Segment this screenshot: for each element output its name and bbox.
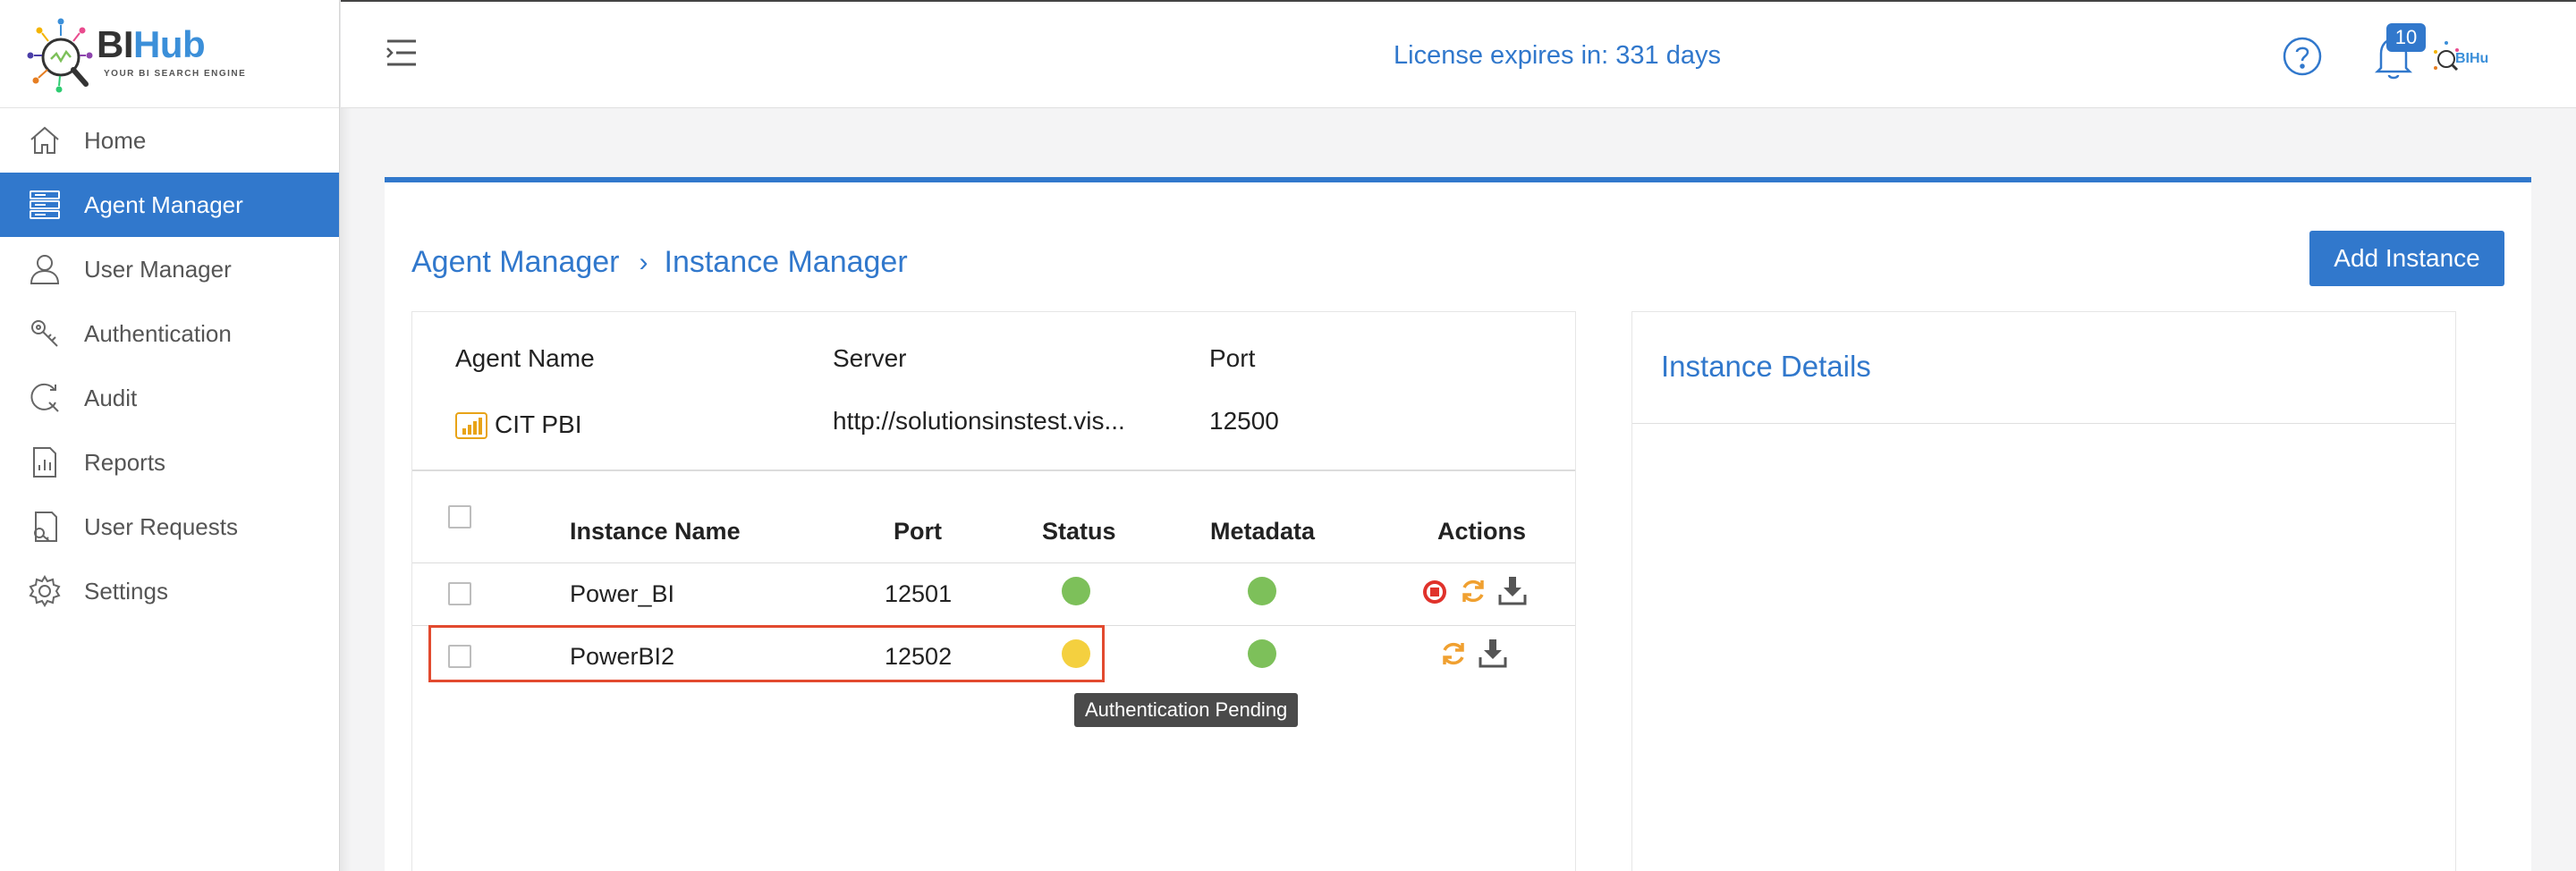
sidebar-item-authentication[interactable]: Authentication xyxy=(0,301,339,366)
notification-count-badge[interactable]: 10 xyxy=(2386,23,2426,52)
powerbi-icon xyxy=(455,412,487,439)
sidebar-item-label: Home xyxy=(84,126,147,154)
bihub-logo-icon xyxy=(27,18,93,93)
gear-icon xyxy=(27,573,63,609)
metadata-indicator[interactable] xyxy=(1248,577,1276,605)
column-header-actions: Actions xyxy=(1437,518,1527,545)
agent-instances-panel: Agent Name Server Port CIT PBI http://so… xyxy=(411,311,1576,871)
brand-name: BIHub xyxy=(97,23,206,65)
user-icon xyxy=(27,251,63,287)
sidebar-item-label: Audit xyxy=(84,384,138,411)
column-header-port: Port xyxy=(894,518,942,545)
license-expiry-text: License expires in: 331 days xyxy=(1394,41,1721,70)
agent-name-header: Agent Name xyxy=(455,344,595,372)
sidebar-item-label: User Manager xyxy=(84,255,232,283)
download-icon[interactable] xyxy=(1498,575,1527,605)
select-all-checkbox[interactable] xyxy=(448,505,471,529)
sidebar-item-reports[interactable]: Reports xyxy=(0,430,339,495)
sidebar-item-agent-manager[interactable]: Agent Manager xyxy=(0,173,339,237)
help-icon[interactable] xyxy=(2282,36,2323,77)
search-audit-icon xyxy=(27,380,63,416)
sidebar-item-user-manager[interactable]: User Manager xyxy=(0,237,339,301)
stop-icon[interactable] xyxy=(1421,579,1448,605)
chevron-right-icon: › xyxy=(639,247,648,277)
column-header-instance-name: Instance Name xyxy=(570,518,741,545)
key-icon xyxy=(27,316,63,351)
avatar[interactable]: BI Hub xyxy=(2430,27,2489,91)
breadcrumb: Agent Manager › Instance Manager xyxy=(411,245,908,280)
sidebar: BIHub YOUR BI SEARCH ENGINE Home Agent M… xyxy=(0,0,352,871)
sidebar-nav: Home Agent Manager User Manager Authenti… xyxy=(0,108,339,623)
row-checkbox[interactable] xyxy=(448,582,471,605)
status-tooltip: Authentication Pending xyxy=(1074,693,1299,727)
refresh-icon[interactable] xyxy=(1459,577,1487,605)
sidebar-item-audit[interactable]: Audit xyxy=(0,366,339,430)
server-icon xyxy=(27,187,63,223)
download-icon[interactable] xyxy=(1479,638,1507,668)
agent-port-value: 12500 xyxy=(1209,407,1279,435)
top-bar: License expires in: 331 days 10 BI Hub xyxy=(341,0,2576,108)
instance-details-title: Instance Details xyxy=(1661,350,1871,383)
instance-name-cell[interactable]: Power_BI xyxy=(570,580,674,608)
request-icon xyxy=(27,509,63,545)
refresh-icon[interactable] xyxy=(1439,639,1468,668)
sidebar-item-label: Authentication xyxy=(84,319,232,347)
metadata-indicator[interactable] xyxy=(1248,639,1276,668)
server-value: http://solutionsinstest.vis... xyxy=(833,407,1125,435)
breadcrumb-instance-manager: Instance Manager xyxy=(664,245,908,279)
svg-text:BI: BI xyxy=(2455,51,2470,66)
brand-logo[interactable]: BIHub YOUR BI SEARCH ENGINE xyxy=(0,0,339,108)
instance-manager-card: Agent Manager › Instance Manager Add Ins… xyxy=(385,177,2531,871)
instance-details-panel: Instance Details xyxy=(1631,311,2456,871)
agent-name-value: CIT PBI xyxy=(495,410,582,438)
menu-toggle-icon[interactable] xyxy=(384,38,419,68)
report-icon xyxy=(27,444,63,480)
divider xyxy=(412,469,1575,471)
breadcrumb-agent-manager[interactable]: Agent Manager xyxy=(411,245,620,280)
column-header-metadata: Metadata xyxy=(1210,518,1316,545)
sidebar-item-user-requests[interactable]: User Requests xyxy=(0,495,339,559)
highlight-box xyxy=(428,625,1105,682)
sidebar-item-label: Agent Manager xyxy=(84,190,243,218)
home-icon xyxy=(27,123,63,158)
svg-text:Hub: Hub xyxy=(2470,51,2489,66)
brand-tagline: YOUR BI SEARCH ENGINE xyxy=(104,69,247,79)
sidebar-item-label: User Requests xyxy=(84,512,238,540)
column-header-status: Status xyxy=(1042,518,1116,545)
divider xyxy=(1632,423,2455,424)
sidebar-item-label: Reports xyxy=(84,448,166,476)
sidebar-item-settings[interactable]: Settings xyxy=(0,559,339,623)
instance-port-cell: 12501 xyxy=(885,580,953,607)
divider xyxy=(412,562,1575,563)
sidebar-item-label: Settings xyxy=(84,577,168,605)
sidebar-item-home[interactable]: Home xyxy=(0,108,339,173)
add-instance-button[interactable]: Add Instance xyxy=(2309,231,2504,286)
status-indicator[interactable] xyxy=(1062,577,1090,605)
port-header: Port xyxy=(1209,344,1256,372)
server-header: Server xyxy=(833,344,907,372)
